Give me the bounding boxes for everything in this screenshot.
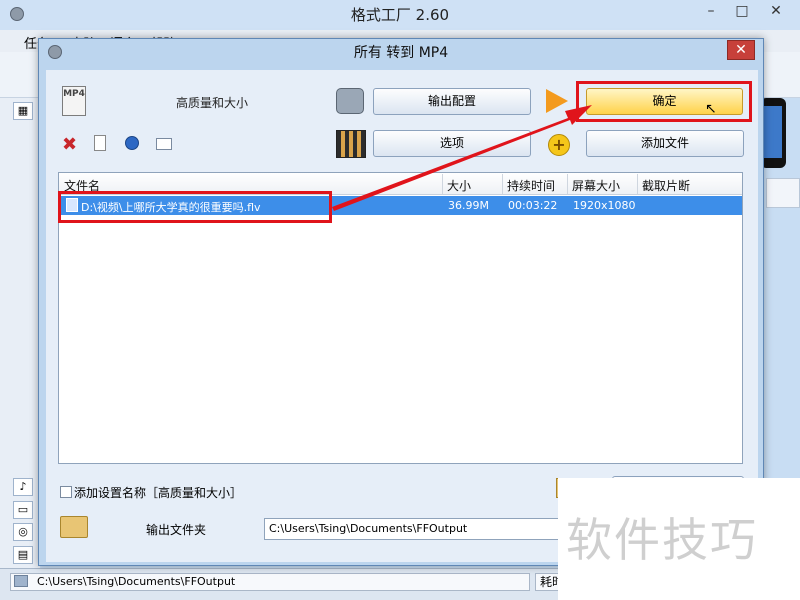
output-folder-input[interactable]: C:\Users\Tsing\Documents\FFOutput <box>264 518 560 540</box>
output-folder-label: 输出文件夹 <box>146 523 207 537</box>
folder-icon <box>60 516 88 538</box>
add-setting-name-checkbox[interactable] <box>60 486 72 498</box>
annotation-arrow-shape <box>332 105 592 211</box>
add-setting-name-label: 添加设置名称［高质量和大小］ <box>74 486 243 500</box>
watermark-text: 软件技巧 <box>566 513 758 567</box>
